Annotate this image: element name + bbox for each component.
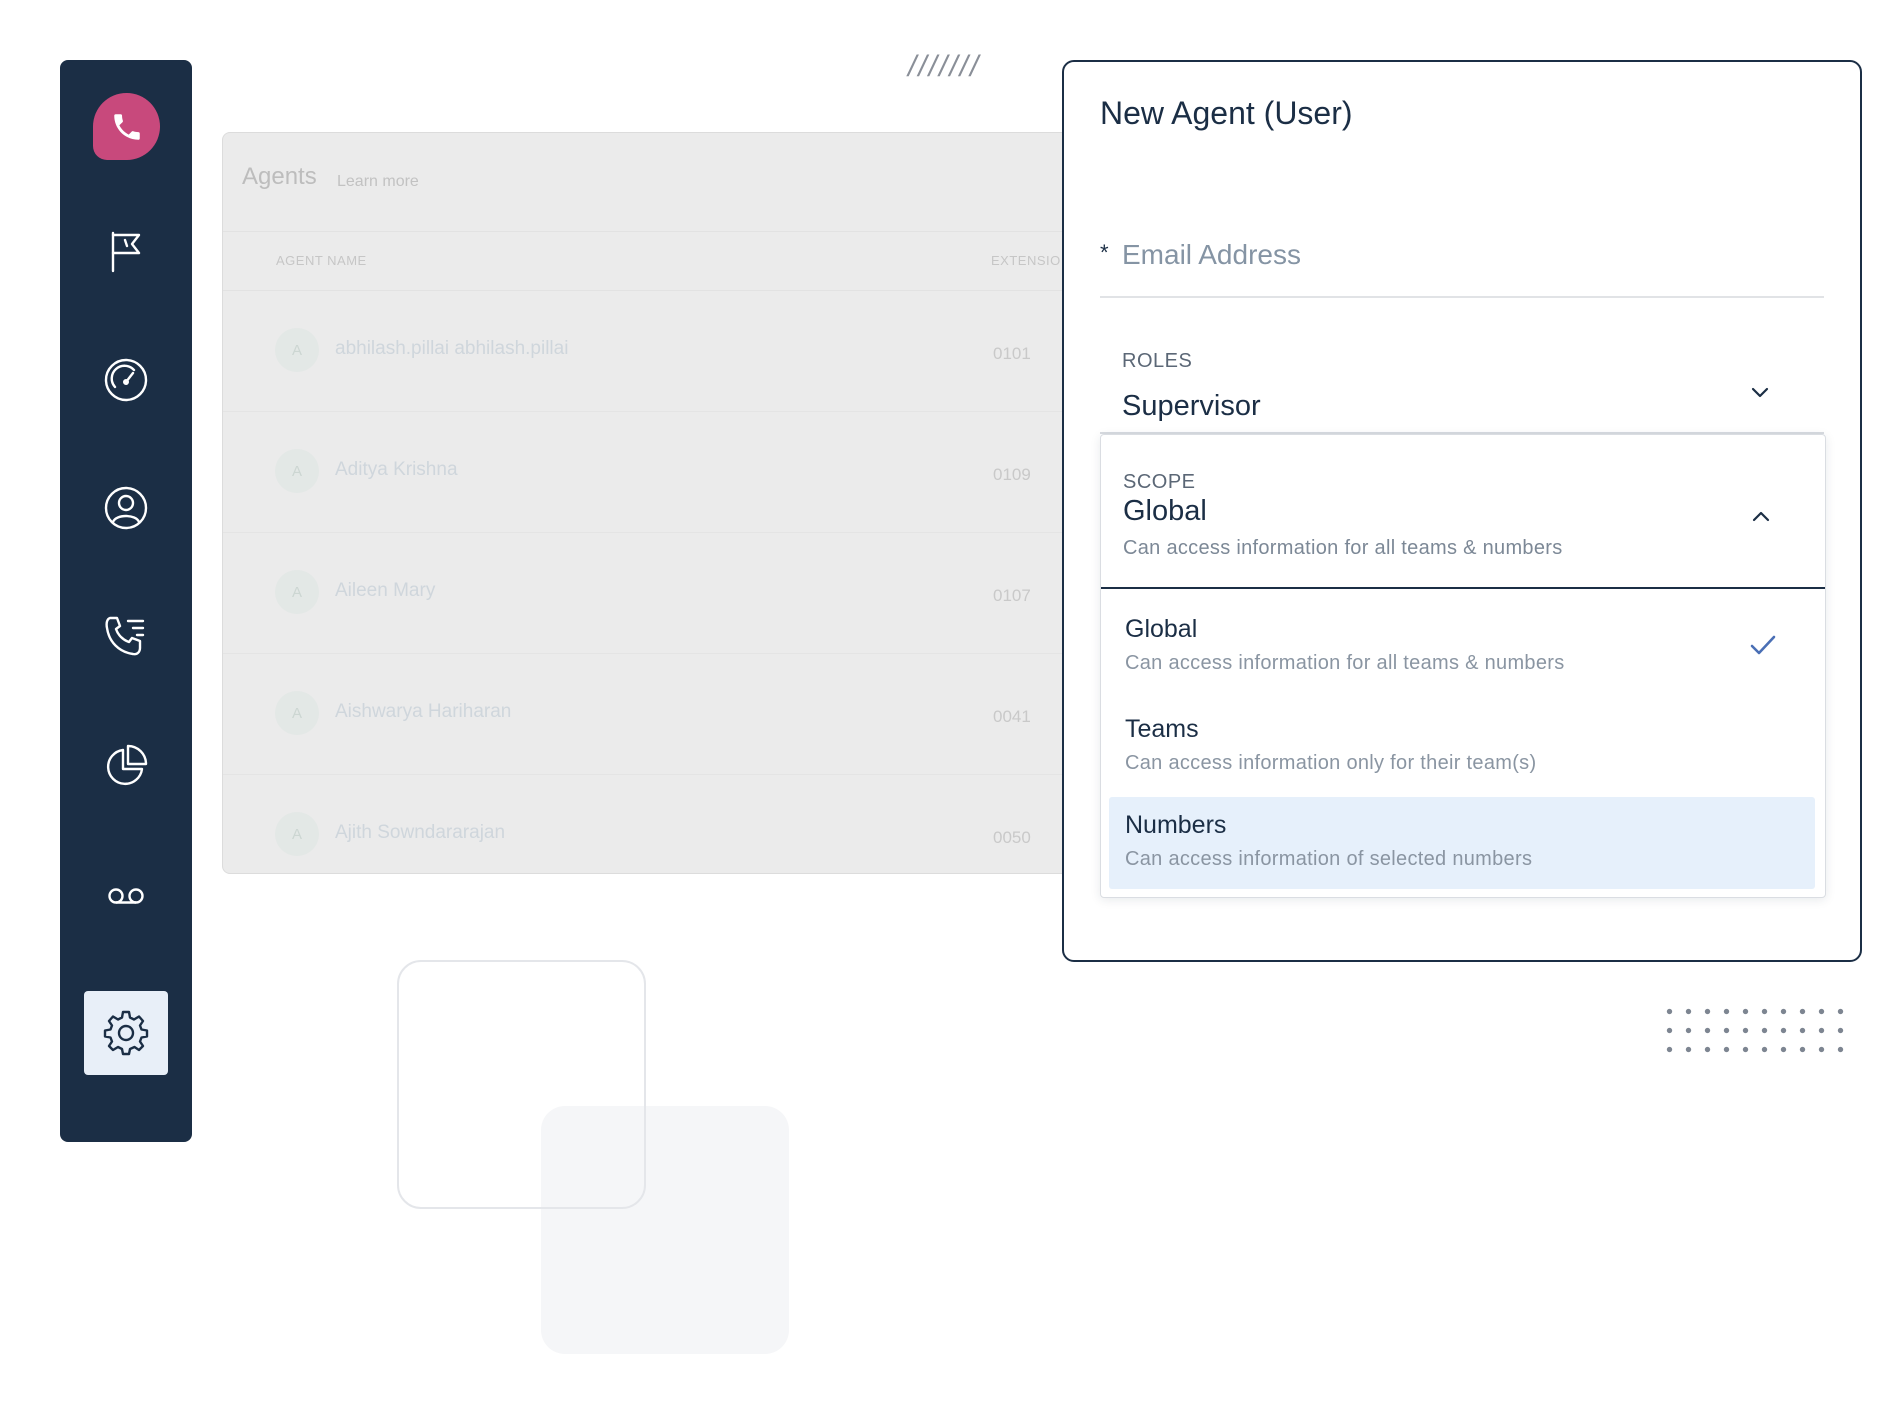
avatar: A (275, 449, 319, 493)
agent-name: Aishwarya Hariharan (335, 701, 512, 722)
agent-name: Aditya Krishna (335, 459, 458, 480)
table-row[interactable]: A Ajith Sowndararajan 0050 (223, 774, 1073, 873)
agent-extension: 0107 (993, 586, 1031, 605)
agents-table-header: AGENT NAME EXTENSIO (223, 231, 1073, 291)
sidebar-item-contacts[interactable] (84, 466, 168, 550)
sidebar-item-campaigns[interactable] (84, 210, 168, 294)
agent-name: Ajith Sowndararajan (335, 822, 506, 843)
phone-icon (113, 113, 140, 140)
agent-extension: 0109 (993, 465, 1031, 484)
avatar: A (275, 812, 319, 856)
roles-label: ROLES (1122, 350, 1193, 372)
learn-more-link[interactable]: Learn more (337, 173, 419, 191)
column-extension: EXTENSIO (991, 253, 1061, 268)
option-label: Teams (1125, 715, 1199, 743)
decorative-slashes: /////// (908, 50, 981, 83)
option-label: Numbers (1125, 811, 1227, 839)
voicemail-icon (108, 888, 144, 904)
sidebar-item-settings[interactable] (84, 991, 168, 1075)
avatar: A (275, 691, 319, 735)
option-description: Can access information only for their te… (1125, 752, 1537, 774)
required-mark: * (1100, 240, 1109, 265)
option-label: Global (1125, 615, 1198, 643)
sidebar-item-reports[interactable] (84, 724, 168, 808)
option-description: Can access information for all teams & n… (1125, 652, 1565, 674)
phone-logo-button[interactable] (93, 93, 160, 160)
email-field: * (1100, 230, 1824, 298)
chevron-down-icon (1751, 387, 1769, 398)
option-description: Can access information of selected numbe… (1125, 848, 1533, 870)
roles-value: Supervisor (1122, 390, 1261, 422)
agent-extension: 0041 (993, 707, 1031, 726)
scope-option-global[interactable]: Global Can access information for all te… (1109, 601, 1815, 693)
agents-list-card: Agents Learn more AGENT NAME EXTENSIO A … (222, 132, 1074, 874)
scope-dropdown: SCOPE Global Can access information for … (1100, 434, 1826, 898)
scope-option-numbers[interactable]: Numbers Can access information of select… (1109, 797, 1815, 889)
scope-option-teams[interactable]: Teams Can access information only for th… (1109, 701, 1815, 793)
flag-icon (111, 231, 141, 273)
scope-label: SCOPE (1123, 471, 1196, 493)
agent-name: abhilash.pillai abhilash.pillai (335, 338, 569, 359)
agents-title: Agents (242, 163, 317, 190)
decorative-dot-grid (1660, 1002, 1856, 1054)
scope-description: Can access information for all teams & n… (1123, 537, 1563, 559)
roles-select[interactable]: ROLES Supervisor (1100, 332, 1824, 434)
sidebar-item-dashboard[interactable] (84, 338, 168, 422)
column-agent-name: AGENT NAME (276, 253, 367, 268)
check-icon (1750, 635, 1776, 655)
table-row[interactable]: A Aileen Mary 0107 (223, 532, 1073, 654)
call-list-icon (105, 616, 145, 656)
agent-extension: 0050 (993, 828, 1031, 847)
speedometer-icon (104, 358, 148, 402)
panel-title: New Agent (User) (1100, 95, 1353, 131)
decorative-square-outline (397, 960, 646, 1209)
new-agent-panel: New Agent (User) * ROLES Supervisor SCOP… (1062, 60, 1862, 962)
chevron-up-icon (1752, 511, 1770, 522)
sidebar-item-call-logs[interactable] (84, 595, 168, 679)
table-row[interactable]: A Aditya Krishna 0109 (223, 411, 1073, 533)
agent-extension: 0101 (993, 344, 1031, 363)
agent-name: Aileen Mary (335, 580, 436, 601)
table-row[interactable]: A abhilash.pillai abhilash.pillai 0101 (223, 290, 1073, 412)
email-input[interactable] (1120, 230, 1814, 280)
scope-value: Global (1123, 495, 1207, 527)
pie-chart-icon (106, 744, 148, 786)
sidebar-item-voicemail[interactable] (84, 853, 168, 937)
table-row[interactable]: A Aishwarya Hariharan 0041 (223, 653, 1073, 775)
sidebar (60, 60, 192, 1142)
scope-select[interactable]: SCOPE Global Can access information for … (1101, 435, 1825, 589)
avatar: A (275, 570, 319, 614)
gear-icon (103, 1010, 149, 1056)
user-circle-icon (104, 486, 148, 530)
avatar: A (275, 328, 319, 372)
